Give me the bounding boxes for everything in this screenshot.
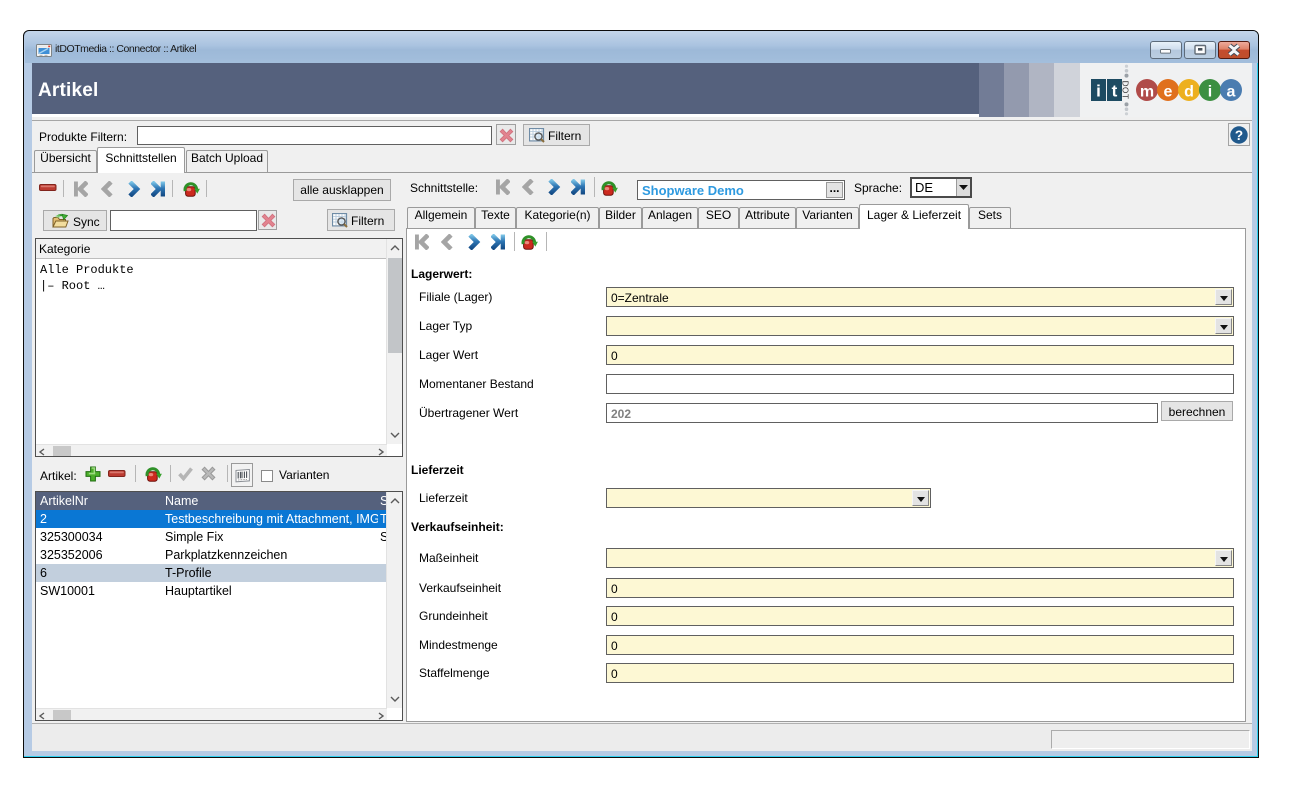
svg-text:m: m bbox=[1140, 84, 1154, 101]
svg-text:i: i bbox=[1096, 82, 1101, 101]
svg-text:?: ? bbox=[1235, 127, 1243, 142]
svg-text:i: i bbox=[1208, 84, 1212, 101]
svg-text:a: a bbox=[1227, 84, 1236, 101]
svg-text:d: d bbox=[1184, 84, 1194, 101]
svg-text:t: t bbox=[1112, 82, 1118, 101]
svg-text:DOT: DOT bbox=[1121, 81, 1130, 100]
svg-text:e: e bbox=[1164, 84, 1173, 101]
